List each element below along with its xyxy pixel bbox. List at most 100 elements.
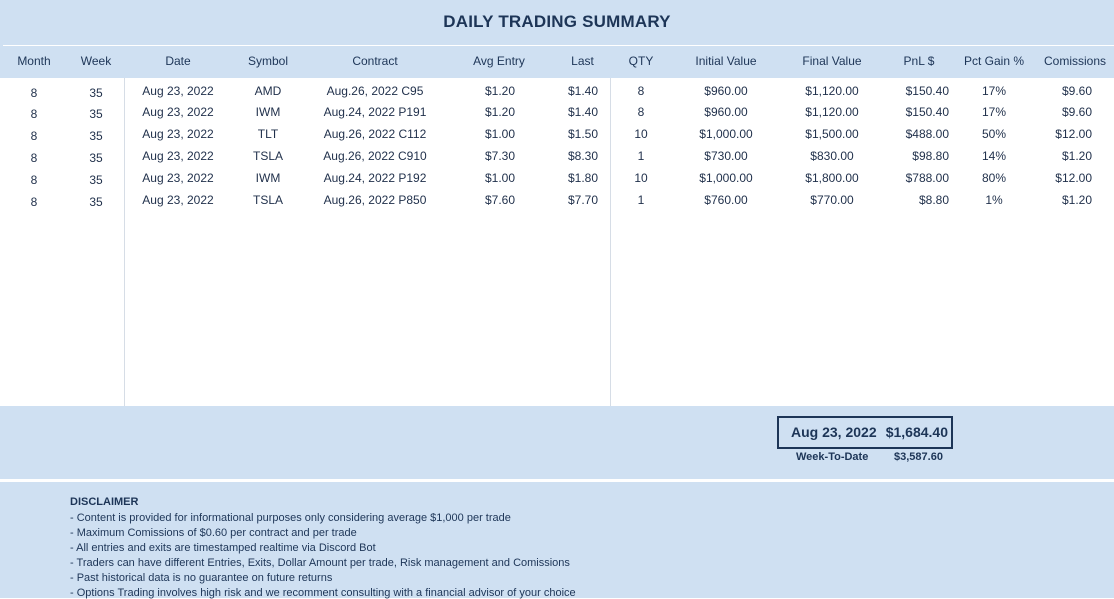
cell-avg-entry[interactable]: $7.60 (470, 193, 515, 207)
cell-pct-gain[interactable]: 1% (958, 193, 1030, 207)
cell-comissions[interactable]: $12.00 (1040, 171, 1092, 185)
cell-last[interactable]: $1.40 (555, 105, 598, 119)
table-header-row: Month Week Date Symbol Contract Avg Entr… (0, 45, 1114, 78)
header-final-value[interactable]: Final Value (790, 54, 874, 68)
cell-qty[interactable]: 1 (620, 149, 662, 163)
cell-last[interactable]: $1.40 (555, 84, 598, 98)
header-symbol[interactable]: Symbol (232, 54, 304, 68)
cell-date[interactable]: Aug 23, 2022 (138, 149, 218, 163)
cell-month[interactable]: 8 (10, 173, 58, 187)
header-date[interactable]: Date (138, 54, 218, 68)
cell-qty[interactable]: 8 (620, 105, 662, 119)
header-pnl[interactable]: PnL $ (890, 54, 948, 68)
cell-initial-value[interactable]: $960.00 (680, 84, 772, 98)
cell-avg-entry[interactable]: $1.20 (470, 105, 515, 119)
cell-pct-gain[interactable]: 17% (958, 105, 1030, 119)
cell-contract[interactable]: Aug.24, 2022 P191 (305, 105, 445, 119)
cell-comissions[interactable]: $9.60 (1040, 105, 1092, 119)
disclaimer-line: - Past historical data is no guarantee o… (70, 572, 333, 584)
cell-date[interactable]: Aug 23, 2022 (138, 171, 218, 185)
cell-pct-gain[interactable]: 14% (958, 149, 1030, 163)
cell-date[interactable]: Aug 23, 2022 (138, 105, 218, 119)
cell-symbol[interactable]: IWM (232, 171, 304, 185)
cell-pnl[interactable]: $788.00 (885, 171, 949, 185)
cell-date[interactable]: Aug 23, 2022 (138, 84, 218, 98)
cell-qty[interactable]: 10 (620, 171, 662, 185)
cell-final-value[interactable]: $830.00 (790, 149, 874, 163)
cell-week[interactable]: 35 (72, 107, 120, 121)
cell-contract[interactable]: Aug.24, 2022 P192 (305, 171, 445, 185)
cell-week[interactable]: 35 (72, 86, 120, 100)
cell-last[interactable]: $1.80 (555, 171, 598, 185)
cell-week[interactable]: 35 (72, 173, 120, 187)
header-contract[interactable]: Contract (315, 54, 435, 68)
table-row[interactable]: 8 35 Aug 23, 2022 TSLA Aug.26, 2022 P850 $7.6… (0, 189, 1114, 211)
cell-pct-gain[interactable]: 17% (958, 84, 1030, 98)
cell-last[interactable]: $7.70 (555, 193, 598, 207)
cell-comissions[interactable]: $1.20 (1040, 149, 1092, 163)
header-avg-entry[interactable]: Avg Entry (460, 54, 538, 68)
cell-symbol[interactable]: IWM (232, 105, 304, 119)
cell-contract[interactable]: Aug.26, 2022 C95 (305, 84, 445, 98)
table-row[interactable]: 8 35 Aug 23, 2022 TLT Aug.26, 2022 C112 $1.00… (0, 123, 1114, 145)
header-pct-gain[interactable]: Pct Gain % (958, 54, 1030, 68)
header-comissions[interactable]: Comissions (1038, 54, 1112, 68)
cell-last[interactable]: $1.50 (555, 127, 598, 141)
cell-week[interactable]: 35 (72, 195, 120, 209)
cell-contract[interactable]: Aug.26, 2022 P850 (305, 193, 445, 207)
cell-qty[interactable]: 8 (620, 84, 662, 98)
table-row[interactable]: 8 35 Aug 23, 2022 IWM Aug.24, 2022 P192 $1.00… (0, 167, 1114, 189)
cell-month[interactable]: 8 (10, 151, 58, 165)
cell-week[interactable]: 35 (72, 129, 120, 143)
cell-month[interactable]: 8 (10, 195, 58, 209)
cell-avg-entry[interactable]: $7.30 (470, 149, 515, 163)
cell-pnl[interactable]: $488.00 (885, 127, 949, 141)
cell-contract[interactable]: Aug.26, 2022 C112 (305, 127, 445, 141)
cell-initial-value[interactable]: $730.00 (680, 149, 772, 163)
header-last[interactable]: Last (555, 54, 610, 68)
cell-pnl[interactable]: $150.40 (885, 84, 949, 98)
cell-initial-value[interactable]: $760.00 (680, 193, 772, 207)
cell-symbol[interactable]: AMD (232, 84, 304, 98)
table-row[interactable]: 8 35 Aug 23, 2022 IWM Aug.24, 2022 P191 $1.20… (0, 101, 1114, 123)
cell-avg-entry[interactable]: $1.20 (470, 84, 515, 98)
cell-contract[interactable]: Aug.26, 2022 C910 (305, 149, 445, 163)
cell-pnl[interactable]: $98.80 (885, 149, 949, 163)
cell-last[interactable]: $8.30 (555, 149, 598, 163)
cell-final-value[interactable]: $1,500.00 (790, 127, 874, 141)
header-qty[interactable]: QTY (620, 54, 662, 68)
cell-final-value[interactable]: $770.00 (790, 193, 874, 207)
cell-comissions[interactable]: $9.60 (1040, 84, 1092, 98)
cell-pnl[interactable]: $150.40 (885, 105, 949, 119)
cell-symbol[interactable]: TLT (232, 127, 304, 141)
cell-qty[interactable]: 1 (620, 193, 662, 207)
daily-total-box: Aug 23, 2022 $1,684.40 (777, 416, 953, 449)
cell-month[interactable]: 8 (10, 129, 58, 143)
cell-initial-value[interactable]: $1,000.00 (680, 171, 772, 185)
cell-comissions[interactable]: $12.00 (1040, 127, 1092, 141)
cell-pct-gain[interactable]: 80% (958, 171, 1030, 185)
cell-final-value[interactable]: $1,800.00 (790, 171, 874, 185)
cell-month[interactable]: 8 (10, 86, 58, 100)
cell-final-value[interactable]: $1,120.00 (790, 105, 874, 119)
cell-symbol[interactable]: TSLA (232, 149, 304, 163)
cell-pct-gain[interactable]: 50% (958, 127, 1030, 141)
header-month[interactable]: Month (10, 54, 58, 68)
cell-qty[interactable]: 10 (620, 127, 662, 141)
cell-final-value[interactable]: $1,120.00 (790, 84, 874, 98)
table-row[interactable]: 8 35 Aug 23, 2022 TSLA Aug.26, 2022 C910 $7.3… (0, 145, 1114, 167)
cell-initial-value[interactable]: $1,000.00 (680, 127, 772, 141)
cell-date[interactable]: Aug 23, 2022 (138, 127, 218, 141)
cell-initial-value[interactable]: $960.00 (680, 105, 772, 119)
header-initial-value[interactable]: Initial Value (680, 54, 772, 68)
cell-month[interactable]: 8 (10, 107, 58, 121)
cell-avg-entry[interactable]: $1.00 (470, 127, 515, 141)
cell-date[interactable]: Aug 23, 2022 (138, 193, 218, 207)
cell-avg-entry[interactable]: $1.00 (470, 171, 515, 185)
cell-pnl[interactable]: $8.80 (885, 193, 949, 207)
table-row[interactable]: 8 35 Aug 23, 2022 AMD Aug.26, 2022 C95 $1.20 $… (0, 80, 1114, 102)
cell-symbol[interactable]: TSLA (232, 193, 304, 207)
cell-comissions[interactable]: $1.20 (1040, 193, 1092, 207)
header-week[interactable]: Week (72, 54, 120, 68)
cell-week[interactable]: 35 (72, 151, 120, 165)
